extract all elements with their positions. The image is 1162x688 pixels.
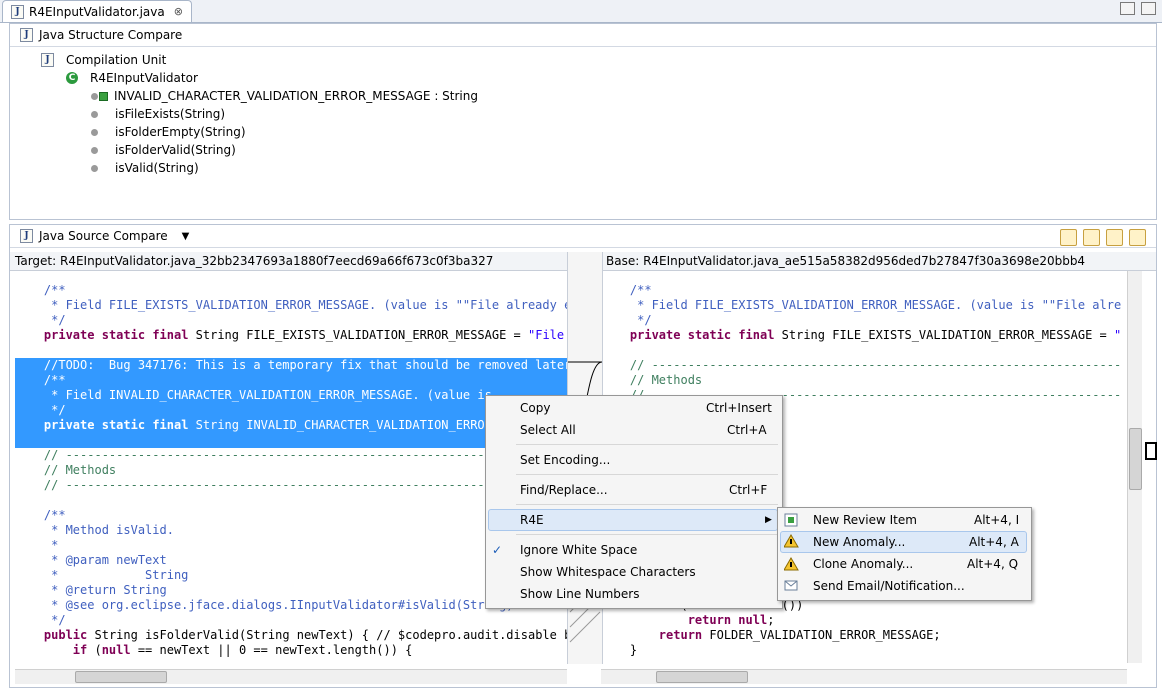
code-line: } xyxy=(601,643,638,657)
class-icon: C xyxy=(66,72,78,84)
menu-separator xyxy=(516,444,778,445)
method-icon xyxy=(91,164,98,172)
target-horizontal-scrollbar[interactable] xyxy=(15,669,567,684)
method-icon xyxy=(91,128,98,136)
code-line: /** xyxy=(15,373,567,388)
java-compare-icon: J xyxy=(20,229,33,243)
tree-item-label: isFolderValid(String) xyxy=(115,143,236,157)
tree-item-label: isFileExists(String) xyxy=(115,107,226,121)
tree-item-field[interactable]: INVALID_CHARACTER_VALIDATION_ERROR_MESSA… xyxy=(91,88,478,104)
base-vertical-scrollbar[interactable] xyxy=(1127,271,1142,663)
editor-tab[interactable]: J R4EInputValidator.java ⊗ xyxy=(2,0,192,22)
menu-item-ignore-white-space[interactable]: ✓ Ignore White Space xyxy=(488,540,778,560)
overview-marker xyxy=(1145,442,1157,460)
menu-item-send-email[interactable]: Send Email/Notification... xyxy=(780,576,1027,596)
structure-compare-title: Java Structure Compare xyxy=(39,28,183,42)
base-horizontal-scrollbar[interactable] xyxy=(601,669,1127,684)
code-line: //TODO: Bug 347176: This is a temporary … xyxy=(15,358,567,373)
tree-item-method[interactable]: isValid(String) xyxy=(91,160,199,176)
tree-item-label: Compilation Unit xyxy=(66,53,167,67)
menu-item-find-replace[interactable]: Find/Replace... Ctrl+F xyxy=(488,480,778,500)
code-line: // Methods xyxy=(601,373,703,387)
code-line: * Field FILE_EXISTS_VALIDATION_ERROR_MES… xyxy=(15,298,567,312)
code-line: */ xyxy=(15,613,66,627)
new-anomaly-icon xyxy=(784,534,799,548)
menu-item-new-anomaly[interactable]: New Anomaly... Alt+4, A xyxy=(780,531,1027,553)
code-line: if (null == newText || 0 == newText.leng… xyxy=(72,643,413,657)
code-line: public String isFolderValid(String newTe… xyxy=(43,628,567,642)
previous-difference-icon[interactable] xyxy=(1083,229,1100,246)
method-icon xyxy=(91,110,98,118)
code-line: return FOLDER_VALIDATION_ERROR_MESSAGE; xyxy=(658,628,941,642)
tree-item-method[interactable]: isFolderValid(String) xyxy=(91,142,236,158)
r4e-submenu: New Review Item Alt+4, I New Anomaly... … xyxy=(777,507,1032,601)
email-icon xyxy=(784,580,798,591)
minimize-button[interactable] xyxy=(1120,2,1135,15)
base-header: Base: R4EInputValidator.java_ae515a58382… xyxy=(601,252,1156,271)
menu-item-copy[interactable]: Copy Ctrl+Insert xyxy=(488,398,778,418)
addition-icon xyxy=(99,91,108,101)
method-icon xyxy=(91,146,98,154)
source-compare-title: Java Source Compare xyxy=(39,229,168,243)
menu-separator xyxy=(516,474,778,475)
menu-separator xyxy=(516,534,778,535)
window-controls xyxy=(1120,2,1156,15)
scroll-thumb[interactable] xyxy=(1129,428,1142,490)
tree-item-method[interactable]: isFolderEmpty(String) xyxy=(91,124,246,140)
menu-item-set-encoding[interactable]: Set Encoding... xyxy=(488,450,778,470)
maximize-button[interactable] xyxy=(1141,2,1156,15)
tree-item-label: isValid(String) xyxy=(115,161,199,175)
code-line: * Field FILE_EXISTS_VALIDATION_ERROR_MES… xyxy=(601,298,1121,312)
close-icon[interactable]: ⊗ xyxy=(174,5,183,18)
context-menu: Copy Ctrl+Insert Select All Ctrl+A Set E… xyxy=(485,395,783,609)
code-line: /** xyxy=(15,283,66,297)
tree-item-method[interactable]: isFileExists(String) xyxy=(91,106,225,122)
code-line: */ xyxy=(601,313,652,327)
new-review-item-icon xyxy=(784,513,798,527)
target-header: Target: R4EInputValidator.java_32bb23476… xyxy=(10,252,567,271)
java-file-icon: J xyxy=(11,4,24,19)
view-menu-icon[interactable]: ▼ xyxy=(182,231,190,242)
field-icon xyxy=(91,92,98,100)
menu-item-select-all[interactable]: Select All Ctrl+A xyxy=(488,420,778,440)
source-compare-header: J Java Source Compare ▼ xyxy=(10,225,1156,248)
menu-item-clone-anomaly[interactable]: Clone Anomaly... Alt+4, Q xyxy=(780,554,1027,574)
menu-item-new-review-item[interactable]: New Review Item Alt+4, I xyxy=(780,510,1027,530)
clone-anomaly-icon xyxy=(784,557,799,571)
compare-toolbar xyxy=(1060,229,1146,246)
menu-separator xyxy=(516,504,778,505)
submenu-arrow-icon: ▶ xyxy=(765,515,772,525)
code-line: private static final String FILE_EXISTS_… xyxy=(43,328,565,342)
code-line: // -------------------------------------… xyxy=(601,358,1121,372)
menu-item-r4e[interactable]: R4E ▶ xyxy=(488,509,778,531)
previous-change-icon[interactable] xyxy=(1129,229,1146,246)
java-compare-icon: J xyxy=(20,28,33,42)
editor-tab-bar: J R4EInputValidator.java ⊗ xyxy=(0,0,1162,23)
tree-item-class[interactable]: C R4EInputValidator xyxy=(66,70,198,86)
structure-compare-header: J Java Structure Compare xyxy=(10,24,1156,47)
tree-item-label: R4EInputValidator xyxy=(90,71,198,85)
next-difference-icon[interactable] xyxy=(1060,229,1077,246)
code-line: return null; xyxy=(687,613,775,627)
tree-item-label: isFolderEmpty(String) xyxy=(115,125,246,139)
checkmark-icon: ✓ xyxy=(492,543,503,557)
code-line: */ xyxy=(15,313,66,327)
tree-item-label: INVALID_CHARACTER_VALIDATION_ERROR_MESSA… xyxy=(114,89,478,103)
code-line: /** xyxy=(601,283,652,297)
code-line: private static final String FILE_EXISTS_… xyxy=(629,328,1121,342)
java-file-icon: J xyxy=(41,53,54,67)
structure-compare-pane: J Java Structure Compare J Compilation U… xyxy=(9,23,1157,220)
menu-item-show-whitespace[interactable]: Show Whitespace Characters xyxy=(488,562,778,582)
menu-item-show-line-numbers[interactable]: Show Line Numbers xyxy=(488,584,778,604)
next-change-icon[interactable] xyxy=(1106,229,1123,246)
tree-item-compilation-unit[interactable]: J Compilation Unit xyxy=(41,52,166,68)
editor-tab-title: R4EInputValidator.java xyxy=(29,4,165,19)
